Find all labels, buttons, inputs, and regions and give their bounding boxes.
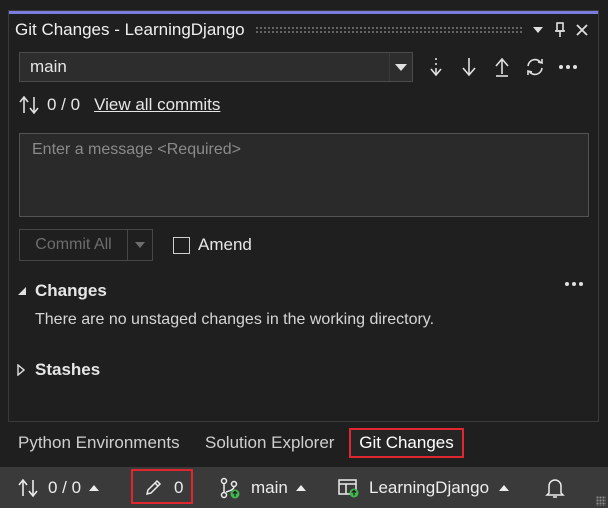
more-icon	[558, 65, 577, 69]
push-button[interactable]	[485, 52, 518, 82]
git-changes-panel: Git Changes - LearningDjango main 0 / 0 …	[8, 10, 599, 422]
sync-arrows-icon	[19, 95, 39, 115]
close-icon	[576, 24, 588, 36]
chevron-up-icon	[295, 484, 306, 491]
sync-arrows-icon	[18, 478, 38, 497]
panel-title: Git Changes - LearningDjango	[15, 20, 245, 39]
outgoing-incoming-count: 0 / 0	[47, 95, 81, 114]
changes-section-header[interactable]: Changes	[17, 279, 107, 303]
notifications-button[interactable]	[545, 467, 565, 508]
pin-button[interactable]	[554, 22, 576, 38]
window-options-button[interactable]	[532, 26, 554, 34]
status-sync-count: 0 / 0	[48, 477, 82, 497]
status-repository-name: LearningDjango	[369, 477, 490, 497]
more-actions-button[interactable]	[551, 52, 584, 82]
status-bar: 0 / 0 0 main LearningDjango	[0, 467, 608, 508]
fetch-icon	[429, 58, 442, 77]
expand-triangle-icon	[17, 364, 25, 376]
amend-checkbox[interactable]	[173, 236, 190, 254]
push-icon	[494, 57, 509, 77]
commit-all-label: Commit All	[35, 236, 112, 253]
changes-more-button[interactable]	[564, 281, 584, 287]
chevron-down-icon	[533, 27, 543, 33]
commit-options-dropdown[interactable]	[127, 230, 152, 260]
commit-all-button[interactable]: Commit All	[19, 229, 153, 261]
bell-icon	[545, 478, 565, 498]
sync-icon	[526, 58, 543, 76]
chevron-up-icon	[89, 484, 100, 491]
pull-button[interactable]	[452, 52, 485, 82]
close-button[interactable]	[576, 24, 598, 36]
status-branch-name: main	[251, 477, 288, 497]
sync-button[interactable]	[518, 52, 551, 82]
stashes-header-label: Stashes	[35, 360, 101, 379]
changes-header-label: Changes	[35, 281, 107, 300]
commit-message-input[interactable]: Enter a message <Required>	[19, 133, 589, 217]
pending-changes-highlight	[131, 469, 193, 504]
panel-titlebar: Git Changes - LearningDjango	[9, 14, 598, 46]
chevron-up-icon	[499, 484, 510, 491]
tab-git-changes[interactable]: Git Changes	[349, 428, 464, 458]
collapse-triangle-icon	[18, 287, 26, 295]
commit-summary-row: 0 / 0 View all commits	[19, 93, 220, 117]
pin-icon	[555, 22, 565, 37]
tab-solution-explorer[interactable]: Solution Explorer	[205, 428, 334, 458]
tool-window-tabs: Python Environments Solution Explorer Gi…	[0, 428, 608, 458]
view-all-commits-link[interactable]: View all commits	[94, 95, 220, 115]
chevron-down-icon	[395, 63, 407, 71]
chevron-down-icon	[135, 242, 145, 248]
status-repository-item[interactable]: LearningDjango	[337, 467, 510, 508]
commit-row: Commit All Amend	[19, 229, 252, 261]
branch-icon	[220, 477, 240, 498]
pull-icon	[461, 58, 476, 77]
amend-label: Amend	[198, 235, 252, 254]
tab-python-environments[interactable]: Python Environments	[18, 428, 180, 458]
no-changes-message: There are no unstaged changes in the wor…	[35, 311, 435, 328]
branch-selector-value: main	[30, 57, 67, 76]
resize-grip[interactable]	[596, 496, 606, 506]
fetch-button[interactable]	[419, 52, 452, 82]
more-icon	[565, 282, 583, 286]
branch-dropdown-arrow[interactable]	[389, 53, 412, 81]
panel-drag-grip[interactable]	[254, 26, 522, 34]
stashes-section-header[interactable]: Stashes	[17, 358, 100, 382]
branch-toolbar: main	[19, 51, 584, 83]
repository-icon	[338, 478, 359, 497]
status-sync-item[interactable]: 0 / 0	[18, 467, 100, 508]
branch-selector[interactable]: main	[19, 52, 413, 82]
status-branch-item[interactable]: main	[219, 467, 306, 508]
